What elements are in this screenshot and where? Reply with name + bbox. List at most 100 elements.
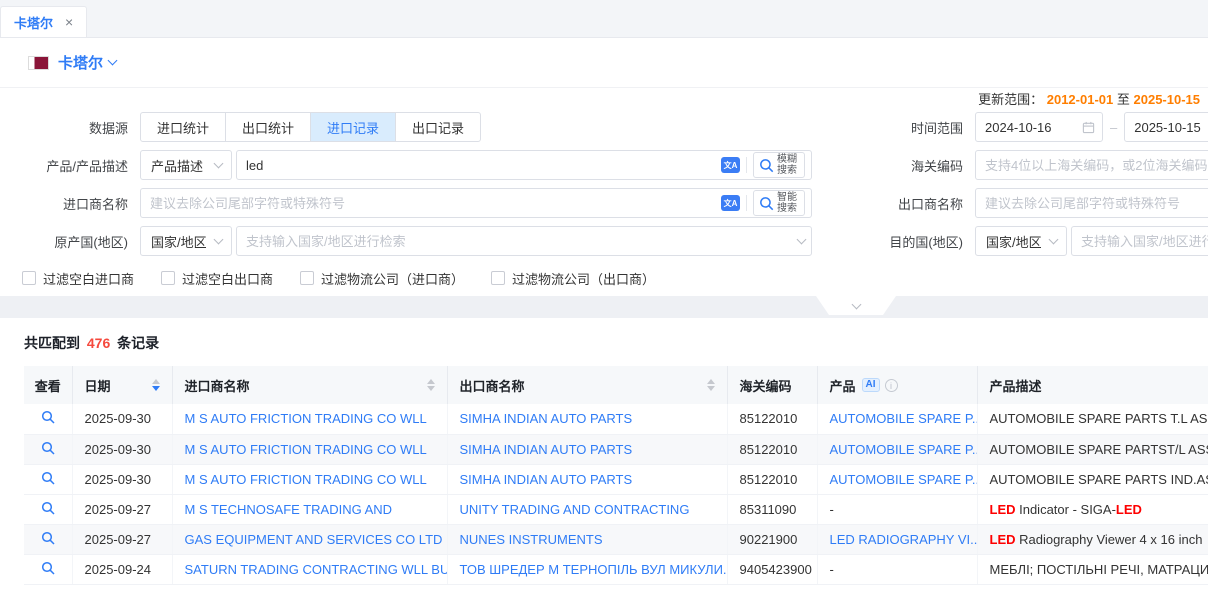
product-link[interactable]: AUTOMOBILE SPARE P...	[830, 472, 978, 487]
cell-date: 2025-09-30	[72, 404, 172, 434]
column-label: 出口商名称	[460, 376, 525, 395]
column-label: 海关编码	[740, 376, 792, 395]
product-search-input[interactable]	[237, 152, 721, 178]
date-end-input[interactable]	[1125, 114, 1208, 140]
cell-importer: SATURN TRADING CONTRACTING WLL BUI...	[172, 554, 447, 584]
product-label: 产品/产品描述	[0, 156, 128, 175]
collapse-filters-handle[interactable]	[816, 296, 896, 315]
date-start-field[interactable]	[975, 112, 1103, 142]
checkbox-icon[interactable]	[491, 271, 505, 285]
checkbox-filter-logistics-exporter[interactable]: 过滤物流公司（出口商）	[491, 269, 655, 288]
exporter-link[interactable]: SIMHA INDIAN AUTO PARTS	[460, 472, 633, 487]
results-summary: 共匹配到 476 条记录	[0, 318, 1208, 353]
origin-region-select[interactable]: 国家/地区	[140, 226, 232, 256]
results-panel: 共匹配到 476 条记录 查看日期进口商名称出口商名称海关编码产品AIi产品描述…	[0, 318, 1208, 585]
filter-row-product: 产品/产品描述 产品描述 文A 模糊搜索 海关编码	[0, 150, 1208, 180]
smart-search-button[interactable]: 智能搜索	[753, 190, 805, 216]
hs-code-field[interactable]	[975, 150, 1208, 180]
exporter-link[interactable]: ТОВ ШРЕДЕР М ТЕРНОПІЛЬ ВУЛ МИКУЛИ...	[460, 562, 728, 577]
exporter-link[interactable]: UNITY TRADING AND CONTRACTING	[460, 502, 690, 517]
chevron-down-icon	[214, 159, 224, 169]
page-title[interactable]: 卡塔尔	[58, 52, 103, 73]
destination-region-select[interactable]: 国家/地区	[975, 226, 1067, 256]
view-row-button[interactable]	[24, 404, 72, 434]
origin-country-field[interactable]	[236, 226, 812, 256]
qatar-flag-icon	[28, 56, 49, 70]
hs-code-input[interactable]	[976, 152, 1208, 178]
chevron-down-icon[interactable]	[108, 56, 118, 66]
checkbox-filter-blank-exporter[interactable]: 过滤空白出口商	[161, 269, 273, 288]
chevron-down-icon	[851, 299, 861, 309]
translate-icon[interactable]: 文A	[721, 195, 740, 211]
importer-search-input[interactable]	[141, 190, 721, 216]
checkbox-icon[interactable]	[161, 271, 175, 285]
info-icon[interactable]: i	[885, 379, 898, 392]
smart-search-label: 智能搜索	[777, 192, 799, 214]
column-header-importer[interactable]: 进口商名称	[172, 366, 447, 404]
cell-hs-code: 90221900	[727, 524, 817, 554]
checkbox-icon[interactable]	[22, 271, 36, 285]
update-range-label: 更新范围：	[978, 92, 1043, 107]
destination-country-field[interactable]	[1071, 226, 1208, 256]
cell-importer: GAS EQUIPMENT AND SERVICES CO LTD	[172, 524, 447, 554]
view-magnifier-icon	[41, 531, 55, 545]
datasource-export-stats-button[interactable]: 出口统计	[225, 112, 311, 142]
checkbox-filter-logistics-importer[interactable]: 过滤物流公司（进口商）	[300, 269, 464, 288]
exporter-link[interactable]: SIMHA INDIAN AUTO PARTS	[460, 411, 633, 426]
exporter-input[interactable]	[976, 190, 1208, 216]
tab-qatar[interactable]: 卡塔尔 ×	[0, 6, 87, 37]
cell-exporter: SIMHA INDIAN AUTO PARTS	[447, 434, 727, 464]
sort-control[interactable]	[144, 379, 160, 391]
destination-country-input[interactable]	[1072, 228, 1208, 254]
origin-region-value: 国家/地区	[151, 232, 207, 251]
filter-checkbox-row: 过滤空白进口商 过滤空白出口商 过滤物流公司（进口商） 过滤物流公司（出口商）	[0, 268, 1208, 288]
product-link[interactable]: LED RADIOGRAPHY VI...	[830, 532, 978, 547]
datasource-import-stats-button[interactable]: 进口统计	[140, 112, 226, 142]
product-link[interactable]: AUTOMOBILE SPARE P...	[830, 442, 978, 457]
cell-hs-code: 85122010	[727, 464, 817, 494]
cell-hs-code: 9405423900	[727, 554, 817, 584]
importer-search-field[interactable]: 文A 智能搜索	[140, 188, 812, 218]
importer-link[interactable]: M S AUTO FRICTION TRADING CO WLL	[185, 472, 427, 487]
sort-control[interactable]	[699, 379, 715, 391]
column-label: 产品	[830, 376, 856, 395]
importer-link[interactable]: SATURN TRADING CONTRACTING WLL BUI...	[185, 562, 448, 577]
product-search-field[interactable]: 文A 模糊搜索	[236, 150, 812, 180]
description-text: МЕБЛІ; ПОСТІЛЬНІ РЕЧІ, МАТРАЦИ,...	[990, 562, 1208, 577]
importer-link[interactable]: M S TECHNOSAFE TRADING AND	[185, 502, 393, 517]
importer-link[interactable]: GAS EQUIPMENT AND SERVICES CO LTD	[185, 532, 443, 547]
translate-icon[interactable]: 文A	[721, 157, 740, 173]
sort-control[interactable]	[419, 379, 435, 391]
destination-region-value: 国家/地区	[986, 232, 1042, 251]
view-row-button[interactable]	[24, 464, 72, 494]
date-start-input[interactable]	[976, 114, 1082, 140]
calendar-icon	[1082, 121, 1095, 134]
datasource-import-records-button[interactable]: 进口记录	[310, 112, 396, 142]
datasource-export-records-button[interactable]: 出口记录	[395, 112, 481, 142]
column-header-date[interactable]: 日期	[72, 366, 172, 404]
fuzzy-search-button[interactable]: 模糊搜索	[753, 152, 805, 178]
date-range-separator: –	[1110, 120, 1117, 135]
importer-link[interactable]: M S AUTO FRICTION TRADING CO WLL	[185, 411, 427, 426]
exporter-link[interactable]: SIMHA INDIAN AUTO PARTS	[460, 442, 633, 457]
exporter-link[interactable]: NUNES INSTRUMENTS	[460, 532, 603, 547]
cell-product: -	[817, 554, 977, 584]
keyword-highlight: LED	[990, 532, 1016, 547]
product-link[interactable]: AUTOMOBILE SPARE P...	[830, 411, 978, 426]
view-row-button[interactable]	[24, 434, 72, 464]
product-type-select[interactable]: 产品描述	[140, 150, 232, 180]
view-row-button[interactable]	[24, 494, 72, 524]
panel-gap-band	[0, 296, 1208, 318]
checkbox-icon[interactable]	[300, 271, 314, 285]
page: 卡塔尔 × 卡塔尔 更新范围： 2012-01-01 至 2025-10-15 …	[0, 0, 1208, 594]
exporter-field[interactable]	[975, 188, 1208, 218]
checkbox-filter-blank-importer[interactable]: 过滤空白进口商	[22, 269, 134, 288]
tab-close-icon[interactable]: ×	[65, 15, 73, 29]
column-header-exporter[interactable]: 出口商名称	[447, 366, 727, 404]
importer-link[interactable]: M S AUTO FRICTION TRADING CO WLL	[185, 442, 427, 457]
date-end-field[interactable]	[1124, 112, 1208, 142]
origin-country-input[interactable]	[237, 228, 798, 254]
view-row-button[interactable]	[24, 524, 72, 554]
cell-exporter: ТОВ ШРЕДЕР М ТЕРНОПІЛЬ ВУЛ МИКУЛИ...	[447, 554, 727, 584]
view-row-button[interactable]	[24, 554, 72, 584]
